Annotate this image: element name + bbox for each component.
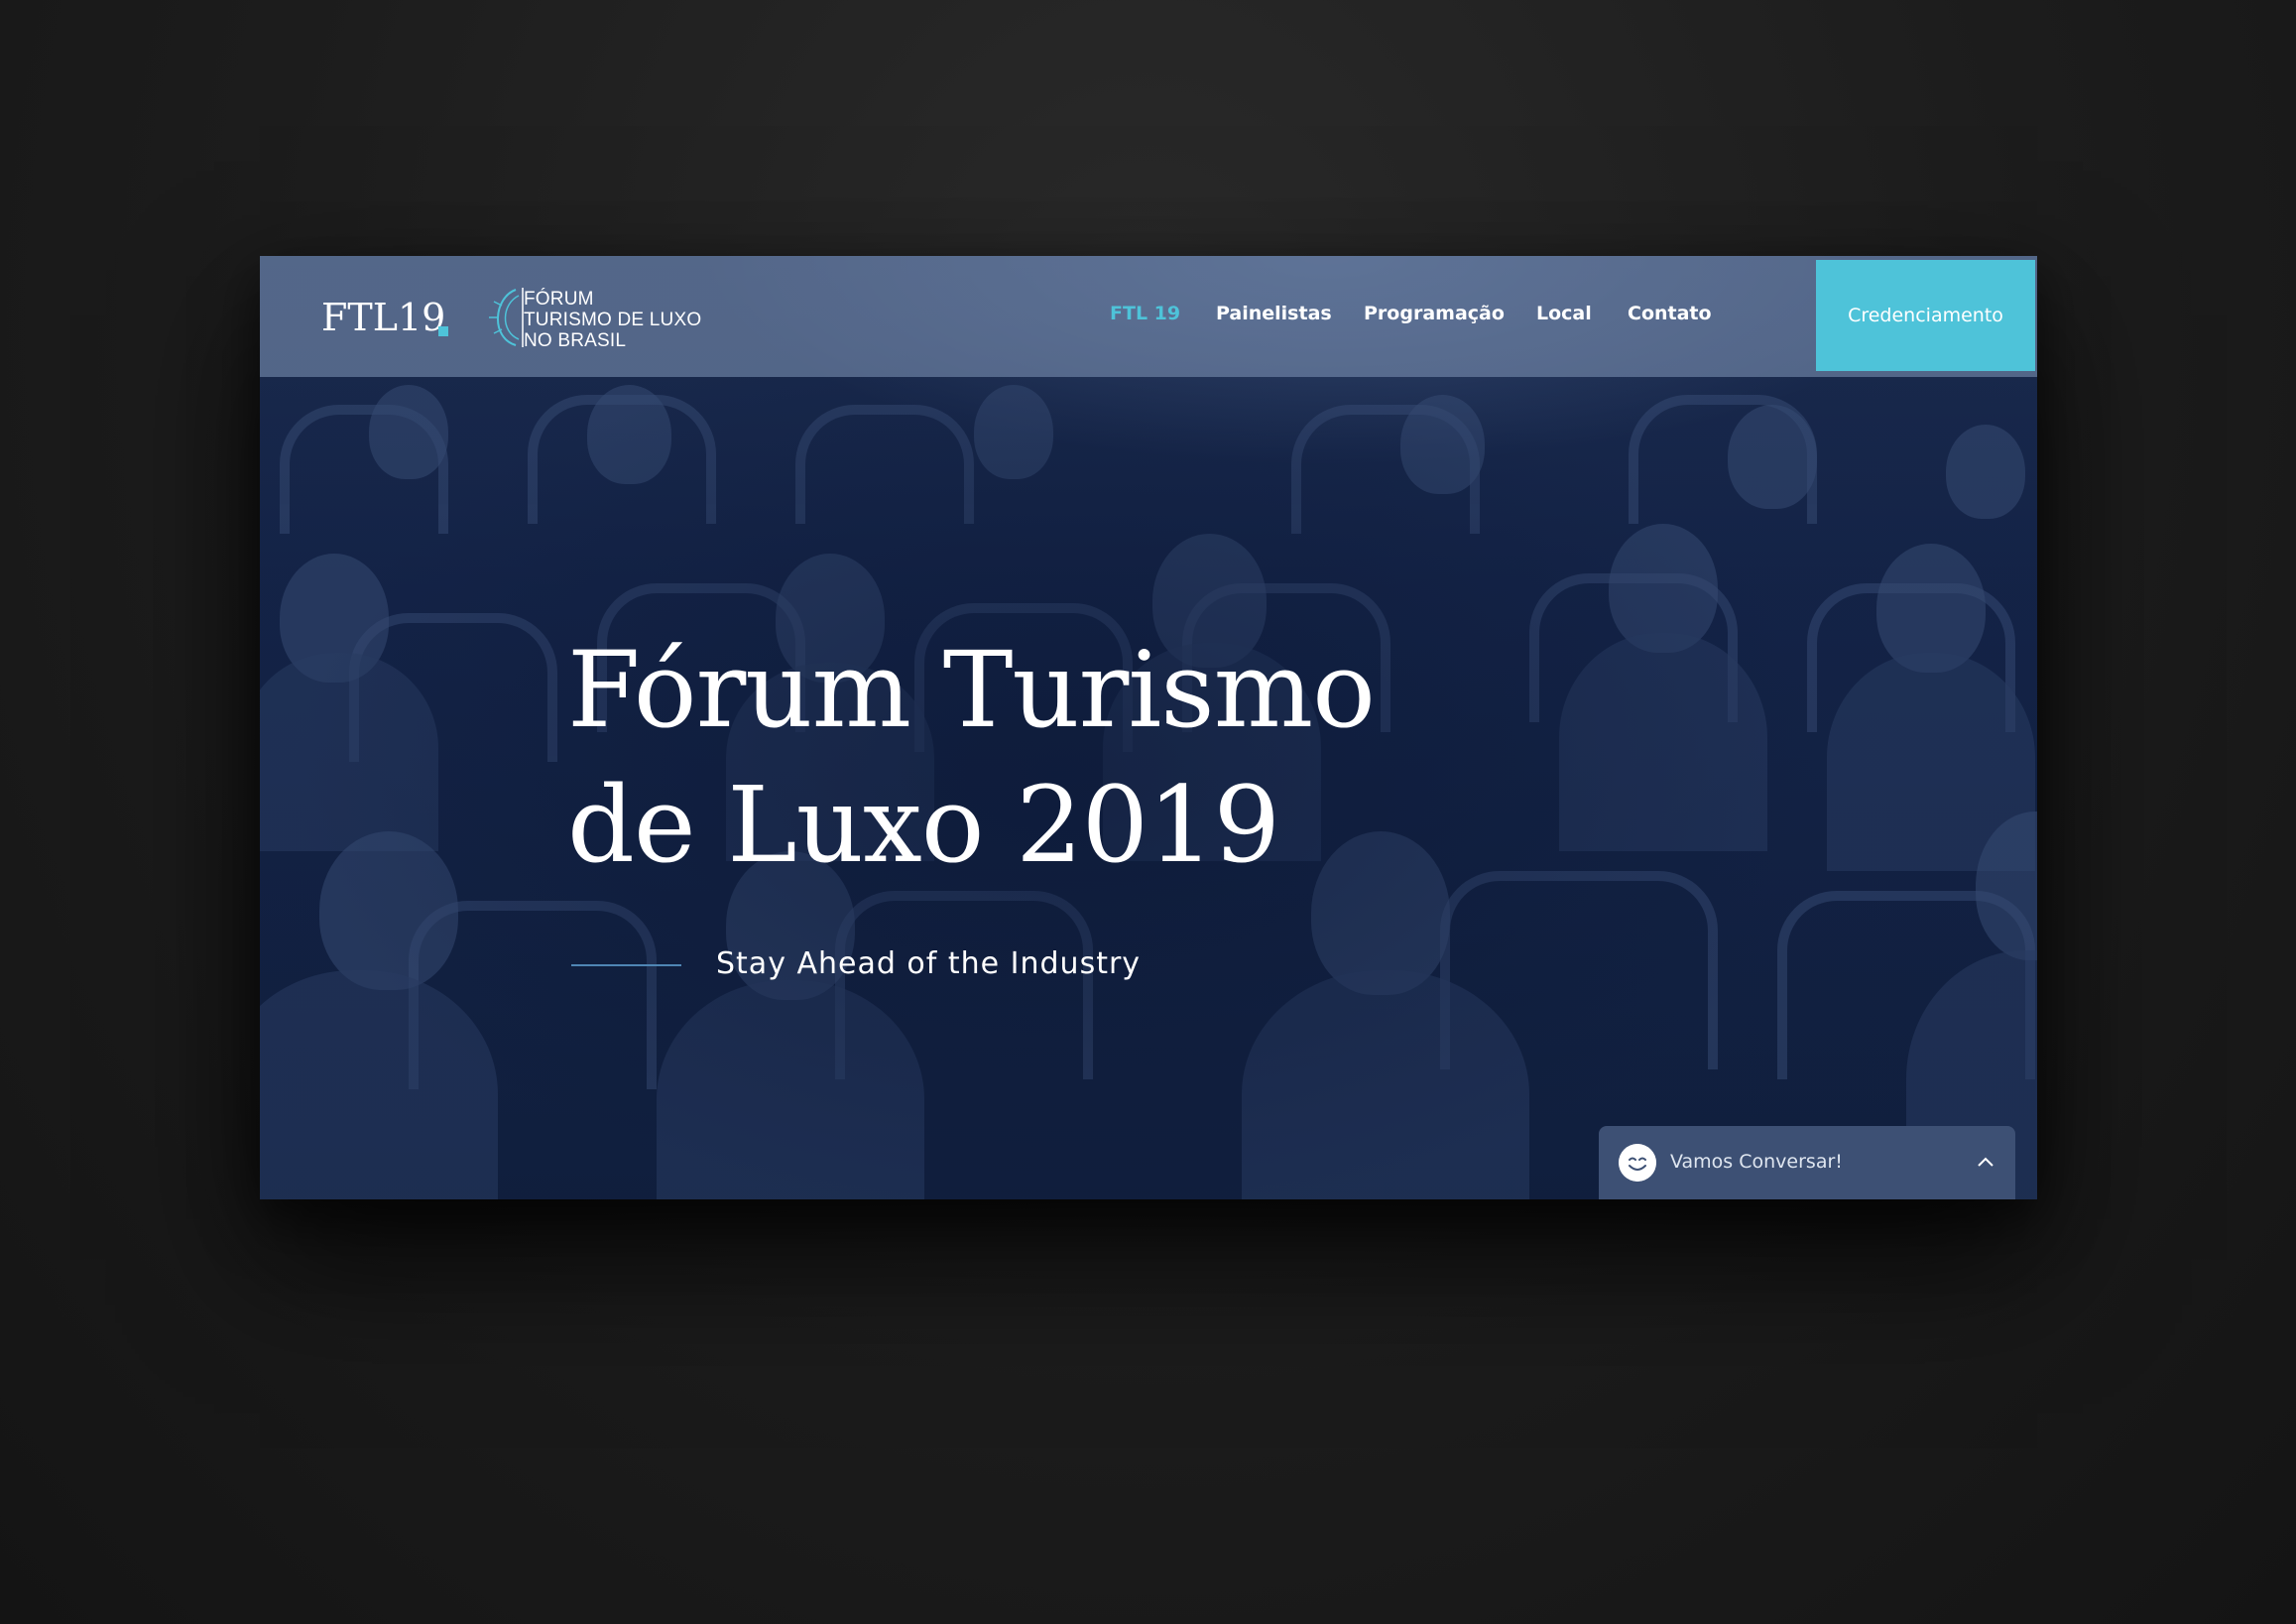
nav-item-programacao[interactable]: Programação (1364, 303, 1505, 324)
nav-item-contato[interactable]: Contato (1628, 303, 1712, 324)
brand-logo-dot (438, 326, 448, 336)
smiley-icon (1619, 1144, 1656, 1182)
forum-emblem-icon (489, 288, 524, 347)
hero-subtitle: Stay Ahead of the Industry (716, 946, 1142, 981)
site-header: FTL19 FÓRUM TURISMO DE LUXO NO BRASIL FT… (260, 256, 2037, 377)
hero-title-line: de Luxo 2019 (567, 764, 1280, 886)
hero-title-line: Fórum Turismo (567, 629, 1376, 751)
logo-line: FÓRUM (524, 289, 594, 310)
chat-widget[interactable]: Vamos Conversar! (1599, 1126, 2015, 1199)
chat-label: Vamos Conversar! (1670, 1151, 1843, 1173)
nav-item-local[interactable]: Local (1536, 303, 1592, 324)
hero-divider (571, 964, 681, 966)
credenciamento-button[interactable]: Credenciamento (1816, 260, 2035, 371)
nav-item-ftl19[interactable]: FTL 19 (1110, 303, 1180, 324)
logo-line: NO BRASIL (524, 330, 627, 351)
nav-item-painelistas[interactable]: Painelistas (1216, 303, 1332, 324)
logo-line: TURISMO DE LUXO (524, 310, 702, 330)
forum-logo-text[interactable]: FÓRUM TURISMO DE LUXO NO BRASIL (524, 289, 701, 351)
hero-title: Fórum Turismo de Luxo 2019 (567, 623, 1376, 893)
brand-logo[interactable]: FTL19 (321, 296, 445, 339)
website-screenshot-frame: FTL19 FÓRUM TURISMO DE LUXO NO BRASIL FT… (260, 256, 2037, 1199)
chevron-up-icon[interactable] (1976, 1154, 1995, 1170)
